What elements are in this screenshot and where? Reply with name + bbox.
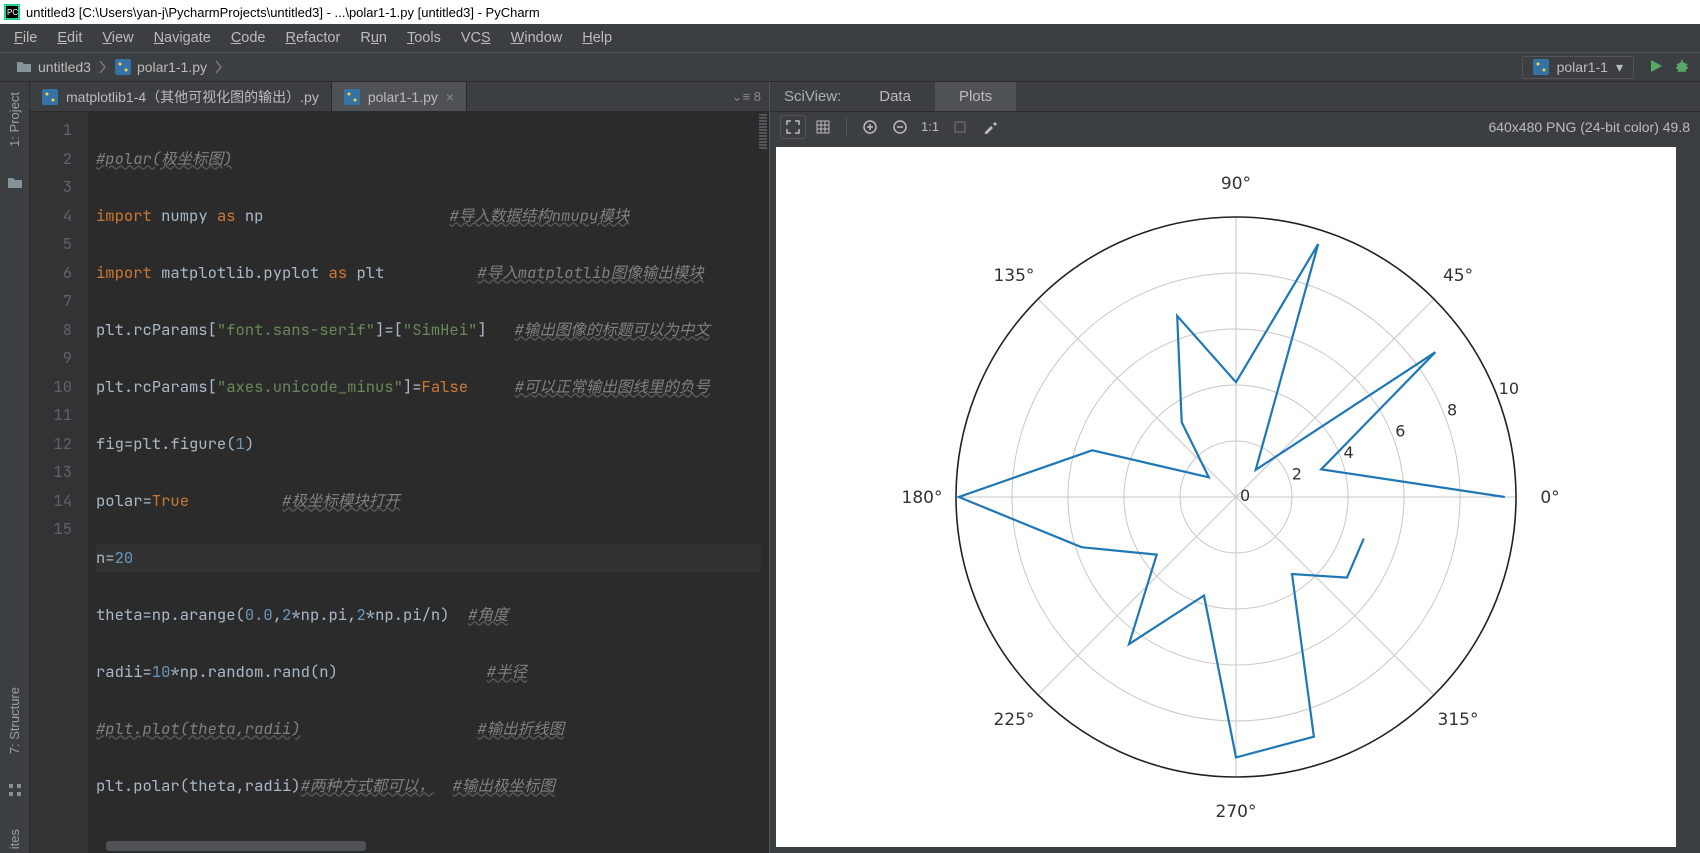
debug-button[interactable]	[1674, 58, 1690, 77]
svg-text:8: 8	[1447, 400, 1457, 419]
grid-button[interactable]	[810, 115, 836, 139]
menu-code[interactable]: Code	[223, 28, 274, 48]
sciview-pane: SciView: Data Plots 1:1 640x480 PNG (24-…	[770, 82, 1700, 853]
sciview-title: SciView:	[770, 82, 855, 111]
crop-button[interactable]	[947, 115, 973, 139]
menu-navigate[interactable]: Navigate	[146, 28, 219, 48]
menu-file[interactable]: File	[6, 28, 45, 48]
editor-hscrollbar[interactable]	[106, 841, 366, 851]
svg-text:180°: 180°	[902, 488, 943, 508]
toolwin-favorites[interactable]: ites	[7, 825, 22, 853]
zoom-reset-button[interactable]: 1:1	[917, 115, 943, 139]
window-titlebar: PC untitled3 [C:\Users\yan-j\PycharmProj…	[0, 0, 1700, 24]
svg-text:10: 10	[1499, 379, 1519, 398]
menu-run[interactable]: Run	[352, 28, 395, 48]
breadcrumb-project[interactable]: untitled3	[10, 59, 97, 75]
svg-text:225°: 225°	[993, 710, 1034, 730]
python-file-icon	[115, 59, 131, 75]
chevron-right-icon	[215, 60, 223, 74]
fit-window-button[interactable]	[780, 115, 806, 139]
python-file-icon	[344, 89, 360, 105]
menu-edit[interactable]: Edit	[49, 28, 90, 48]
plot-status-label: 640x480 PNG (24-bit color) 49.8	[1488, 119, 1690, 135]
zoom-out-icon	[892, 119, 908, 135]
chevron-right-icon	[99, 60, 107, 74]
menu-bar: File Edit View Navigate Code Refactor Ru…	[0, 24, 1700, 52]
editor-minimap[interactable]	[759, 114, 767, 149]
code-editor[interactable]: 123456789101112131415 #polar(极坐标图) impor…	[30, 112, 769, 853]
editor-gutter[interactable]: 123456789101112131415	[30, 112, 88, 853]
bug-icon	[1674, 58, 1690, 74]
run-config-label: polar1-1	[1557, 59, 1608, 75]
chevron-down-icon: ▾	[1616, 59, 1623, 76]
toolwin-project[interactable]: 1: Project	[7, 88, 22, 151]
svg-text:0°: 0°	[1540, 488, 1559, 508]
menu-help[interactable]: Help	[574, 28, 620, 48]
breadcrumb-file-label: polar1-1.py	[137, 59, 207, 75]
expand-icon	[785, 119, 801, 135]
svg-text:PC: PC	[7, 8, 18, 17]
menu-tools[interactable]: Tools	[399, 28, 449, 48]
sciview-tabs: SciView: Data Plots	[770, 82, 1700, 111]
run-button[interactable]	[1648, 58, 1664, 77]
zoom-in-icon	[862, 119, 878, 135]
editor-tab-other[interactable]: matplotlib1-4（其他可视化图的输出）.py	[30, 82, 332, 111]
tab-overflow-label[interactable]: ⌄≡ 8	[732, 89, 761, 105]
grid-icon	[815, 119, 831, 135]
plot-view[interactable]: 0°45°90°135°180°225°270°315°0246810	[770, 141, 1700, 853]
svg-text:315°: 315°	[1438, 710, 1479, 730]
svg-text:6: 6	[1395, 422, 1405, 441]
svg-text:2: 2	[1292, 465, 1302, 484]
editor-content[interactable]: #polar(极坐标图) import numpy as np #导入数据结构n…	[88, 112, 769, 853]
python-file-icon	[42, 89, 58, 105]
breadcrumb-file[interactable]: polar1-1.py	[109, 59, 213, 75]
polar-chart: 0°45°90°135°180°225°270°315°0246810	[776, 147, 1676, 847]
svg-text:270°: 270°	[1216, 802, 1257, 822]
crop-icon	[952, 119, 968, 135]
editor-pane: matplotlib1-4（其他可视化图的输出）.py polar1-1.py …	[30, 82, 770, 853]
pycharm-icon: PC	[4, 4, 20, 20]
menu-view[interactable]: View	[94, 28, 141, 48]
zoom-out-button[interactable]	[887, 115, 913, 139]
svg-text:45°: 45°	[1443, 266, 1473, 286]
sciview-tab-plots[interactable]: Plots	[935, 82, 1016, 111]
folder-icon	[7, 175, 23, 194]
svg-text:90°: 90°	[1221, 174, 1251, 194]
zoom-in-button[interactable]	[857, 115, 883, 139]
svg-text:0: 0	[1240, 486, 1250, 505]
close-icon[interactable]: ×	[446, 89, 454, 105]
menu-refactor[interactable]: Refactor	[278, 28, 349, 48]
run-config-select[interactable]: polar1-1 ▾	[1522, 56, 1634, 79]
folder-icon	[16, 59, 32, 75]
editor-tab-current[interactable]: polar1-1.py ×	[332, 82, 467, 111]
window-title: untitled3 [C:\Users\yan-j\PycharmProject…	[26, 5, 540, 20]
sciview-tab-data[interactable]: Data	[855, 82, 935, 111]
editor-tab-label: matplotlib1-4（其他可视化图的输出）.py	[66, 87, 319, 107]
toolwin-structure[interactable]: 7: Structure	[7, 683, 22, 758]
menu-vcs[interactable]: VCS	[453, 28, 499, 48]
plot-toolbar: 1:1 640x480 PNG (24-bit color) 49.8	[770, 111, 1700, 141]
breadcrumb-project-label: untitled3	[38, 59, 91, 75]
python-icon	[1533, 59, 1549, 75]
eyedropper-icon	[982, 119, 998, 135]
eyedropper-button[interactable]	[977, 115, 1003, 139]
editor-tab-label: polar1-1.py	[368, 89, 438, 105]
plot-frame: 0°45°90°135°180°225°270°315°0246810	[776, 147, 1676, 847]
editor-tabs: matplotlib1-4（其他可视化图的输出）.py polar1-1.py …	[30, 82, 769, 112]
structure-icon	[7, 782, 23, 801]
svg-text:135°: 135°	[993, 266, 1034, 286]
nav-bar: untitled3 polar1-1.py polar1-1 ▾	[0, 52, 1700, 82]
tool-window-bar-left: 1: Project 7: Structure ites	[0, 82, 30, 853]
menu-window[interactable]: Window	[503, 28, 571, 48]
